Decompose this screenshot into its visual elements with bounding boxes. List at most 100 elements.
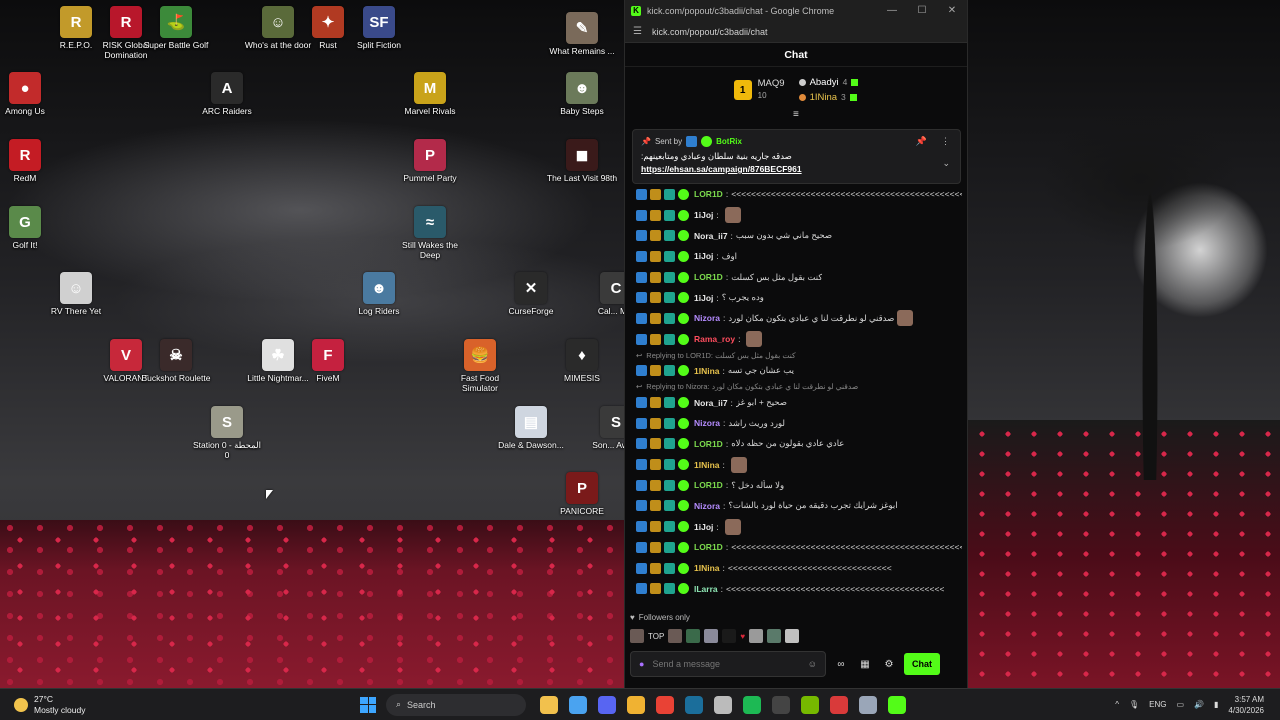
chat-username[interactable]: 1iJoj	[694, 251, 713, 261]
unpin-icon[interactable]: 📌	[916, 136, 927, 147]
message-input[interactable]	[652, 659, 800, 669]
gift-box-icon[interactable]: ▦	[856, 659, 874, 670]
chat-message[interactable]: LOR1D: <<<<<<<<<<<<<<<<<<<<<<<<<<<<<<<<<<…	[632, 537, 962, 558]
chat-username[interactable]: Nizora	[694, 501, 720, 511]
taskbar-search[interactable]: ⌕ Search	[386, 693, 526, 716]
gear-active-icon[interactable]	[858, 695, 877, 714]
site-info-icon[interactable]: ☰	[633, 26, 642, 37]
battery-icon[interactable]: ▮	[1214, 700, 1218, 709]
microphone-icon[interactable]: ●	[639, 659, 644, 669]
chat-username[interactable]: Nizora	[694, 418, 720, 428]
chat-username[interactable]: 1iJoj	[694, 522, 713, 532]
avatar[interactable]	[668, 629, 683, 643]
desktop-icon-arc-raiders[interactable]: A ARC Raiders	[191, 72, 263, 116]
avatar[interactable]	[749, 629, 764, 643]
desktop-icon-still-wakes-the-deep[interactable]: ≈ Still Wakes the Deep	[394, 206, 466, 260]
chat-username[interactable]: Nora_ii7	[694, 398, 728, 408]
desktop-icon-dale-dawson[interactable]: ▤ Dale & Dawson...	[495, 406, 567, 450]
avatar[interactable]	[785, 629, 800, 643]
more-options-icon[interactable]: ⋮	[941, 136, 950, 147]
chat-username[interactable]: 1iJoj	[694, 293, 713, 303]
top-gifters-strip[interactable]: TOP ♥	[630, 627, 800, 645]
desktop-icon-golf-it[interactable]: G Golf It!	[0, 206, 61, 250]
avatar[interactable]	[686, 629, 701, 643]
chat-message[interactable]: 1iJoj: اوف	[632, 246, 962, 267]
chat-message[interactable]: 1iJoj:	[632, 205, 962, 226]
chat-message[interactable]: 1INina: يب عشان جي تسه	[632, 361, 962, 382]
desktop-icon-fivem[interactable]: F FiveM	[292, 339, 364, 383]
chat-message[interactable]: LOR1D: كنت بقول مثل بس كسلت	[632, 267, 962, 288]
desktop-icon-marvel-rivals[interactable]: M Marvel Rivals	[394, 72, 466, 116]
file-explorer-icon[interactable]	[539, 695, 558, 714]
chat-username[interactable]: 1iJoj	[694, 210, 713, 220]
pinned-link[interactable]: https://ehsan.sa/campaign/876BECF961	[641, 164, 952, 174]
spotify-icon[interactable]	[742, 695, 761, 714]
desktop-icon-fast-food-simulator[interactable]: 🍔 Fast Food Simulator	[444, 339, 516, 393]
desktop-icon-the-last-visit-98th[interactable]: ◼ The Last Visit 98th	[546, 139, 618, 183]
network-icon[interactable]: ▭	[1176, 700, 1184, 709]
chat-username[interactable]: LOR1D	[694, 542, 723, 552]
chat-message[interactable]: 1iJoj: وده يجرب ؟	[632, 287, 962, 308]
desktop-icon-rv-there-yet[interactable]: ☺ RV There Yet	[40, 272, 112, 316]
chat-username[interactable]: Rama_roy	[694, 334, 735, 344]
minimize-icon[interactable]: —	[877, 5, 907, 16]
desktop-icon-buckshot-roulette[interactable]: ☠ Buckshot Roulette	[140, 339, 212, 383]
collapse-leaderboard-icon[interactable]: ≡	[793, 109, 799, 120]
chat-username[interactable]: Nizora	[694, 313, 720, 323]
chat-message[interactable]: Nizora: ابوغز شرايك تجرب دقيقه من حياة لو…	[632, 496, 962, 517]
discord-canary-icon[interactable]	[626, 695, 645, 714]
bot-name[interactable]: BotRix	[716, 137, 742, 146]
chat-message[interactable]: Nora_ii7: صحيح + ابو غز	[632, 392, 962, 413]
desktop-icon-redm[interactable]: R RedM	[0, 139, 61, 183]
desktop-icon-curseforge[interactable]: ✕ CurseForge	[495, 272, 567, 316]
desktop-icon-mimesis[interactable]: ♦ MIMESIS	[546, 339, 618, 383]
desktop-icon-baby-steps[interactable]: ☻ Baby Steps	[546, 72, 618, 116]
kick-icon[interactable]	[887, 695, 906, 714]
chat-username[interactable]: LOR1D	[694, 439, 723, 449]
chat-username[interactable]: LOR1D	[694, 272, 723, 282]
chat-message-list[interactable]: LOR1D: <<<<<<<<<<<<<<<<<<<<<<<<<<<<<<<<<<…	[632, 184, 962, 608]
chat-message[interactable]: Nizora: صدقني لو نطرقت لنا ي عبادي بتكون …	[632, 308, 962, 329]
infinity-icon[interactable]: ∞	[832, 659, 850, 670]
volume-icon[interactable]: 🔊	[1194, 700, 1204, 709]
chat-username[interactable]: 1INina	[694, 366, 720, 376]
store-icon[interactable]	[568, 695, 587, 714]
address-bar[interactable]: ☰ kick.com/popout/c3badii/chat	[625, 21, 967, 43]
microphone-tray-icon[interactable]: 🎙	[1129, 700, 1139, 709]
chat-message[interactable]: Rama_roy:	[632, 329, 962, 350]
chat-message[interactable]: Nora_ii7: صحيح ماني شي بدون سبب	[632, 225, 962, 246]
chat-message[interactable]: 1INina: <<<<<<<<<<<<<<<<<<<<<<<<<<<<<<<<<	[632, 558, 962, 579]
discord-icon[interactable]	[597, 695, 616, 714]
reply-preview[interactable]: ↩ Replying to Nizora: صدقني لو نطرقت لنا …	[632, 381, 962, 392]
desktop-icon-station-0-0[interactable]: S Station 0 - المحطة 0	[191, 406, 263, 460]
chrome-icon[interactable]	[655, 695, 674, 714]
chat-username[interactable]: Nora_ii7	[694, 231, 728, 241]
desktop-icon-among-us[interactable]: ● Among Us	[0, 72, 61, 116]
chat-message[interactable]: lLarra: <<<<<<<<<<<<<<<<<<<<<<<<<<<<<<<<<…	[632, 578, 962, 599]
close-icon[interactable]: ✕	[937, 5, 967, 16]
desktop-icon-split-fiction[interactable]: SF Split Fiction	[343, 6, 415, 50]
chat-username[interactable]: LOR1D	[694, 189, 723, 199]
chat-username[interactable]: 1INina	[694, 460, 720, 470]
desktop-icon-what-remains[interactable]: ✎ What Remains ...	[546, 12, 618, 56]
obs-icon[interactable]	[771, 695, 790, 714]
settings-gear-icon[interactable]	[713, 695, 732, 714]
emoji-icon[interactable]: ☺	[808, 659, 817, 669]
chat-message[interactable]: LOR1D: ولا سأله دخل ؟	[632, 475, 962, 496]
avatar[interactable]	[767, 629, 782, 643]
windows-start-icon[interactable]	[360, 696, 376, 713]
chat-username[interactable]: LOR1D	[694, 480, 723, 490]
avatar[interactable]	[722, 629, 737, 643]
chat-input-box[interactable]: ● ☺	[630, 651, 826, 677]
settings-gear-icon[interactable]: ⚙	[880, 659, 898, 670]
maximize-icon[interactable]: ☐	[907, 5, 937, 16]
desktop-icon-super-battle-golf[interactable]: ⛳ Super Battle Golf	[140, 6, 212, 50]
desktop-icon-panicore[interactable]: P PANICORE	[546, 472, 618, 516]
chevron-up-icon[interactable]: ^	[1115, 700, 1119, 709]
steam-icon[interactable]	[684, 695, 703, 714]
nvidia-icon[interactable]	[800, 695, 819, 714]
clock[interactable]: 3:57 AM 4/30/2026	[1228, 694, 1264, 716]
chat-username[interactable]: lLarra	[694, 584, 718, 594]
language-indicator[interactable]: ENG	[1149, 700, 1166, 709]
send-chat-button[interactable]: Chat	[904, 653, 940, 675]
